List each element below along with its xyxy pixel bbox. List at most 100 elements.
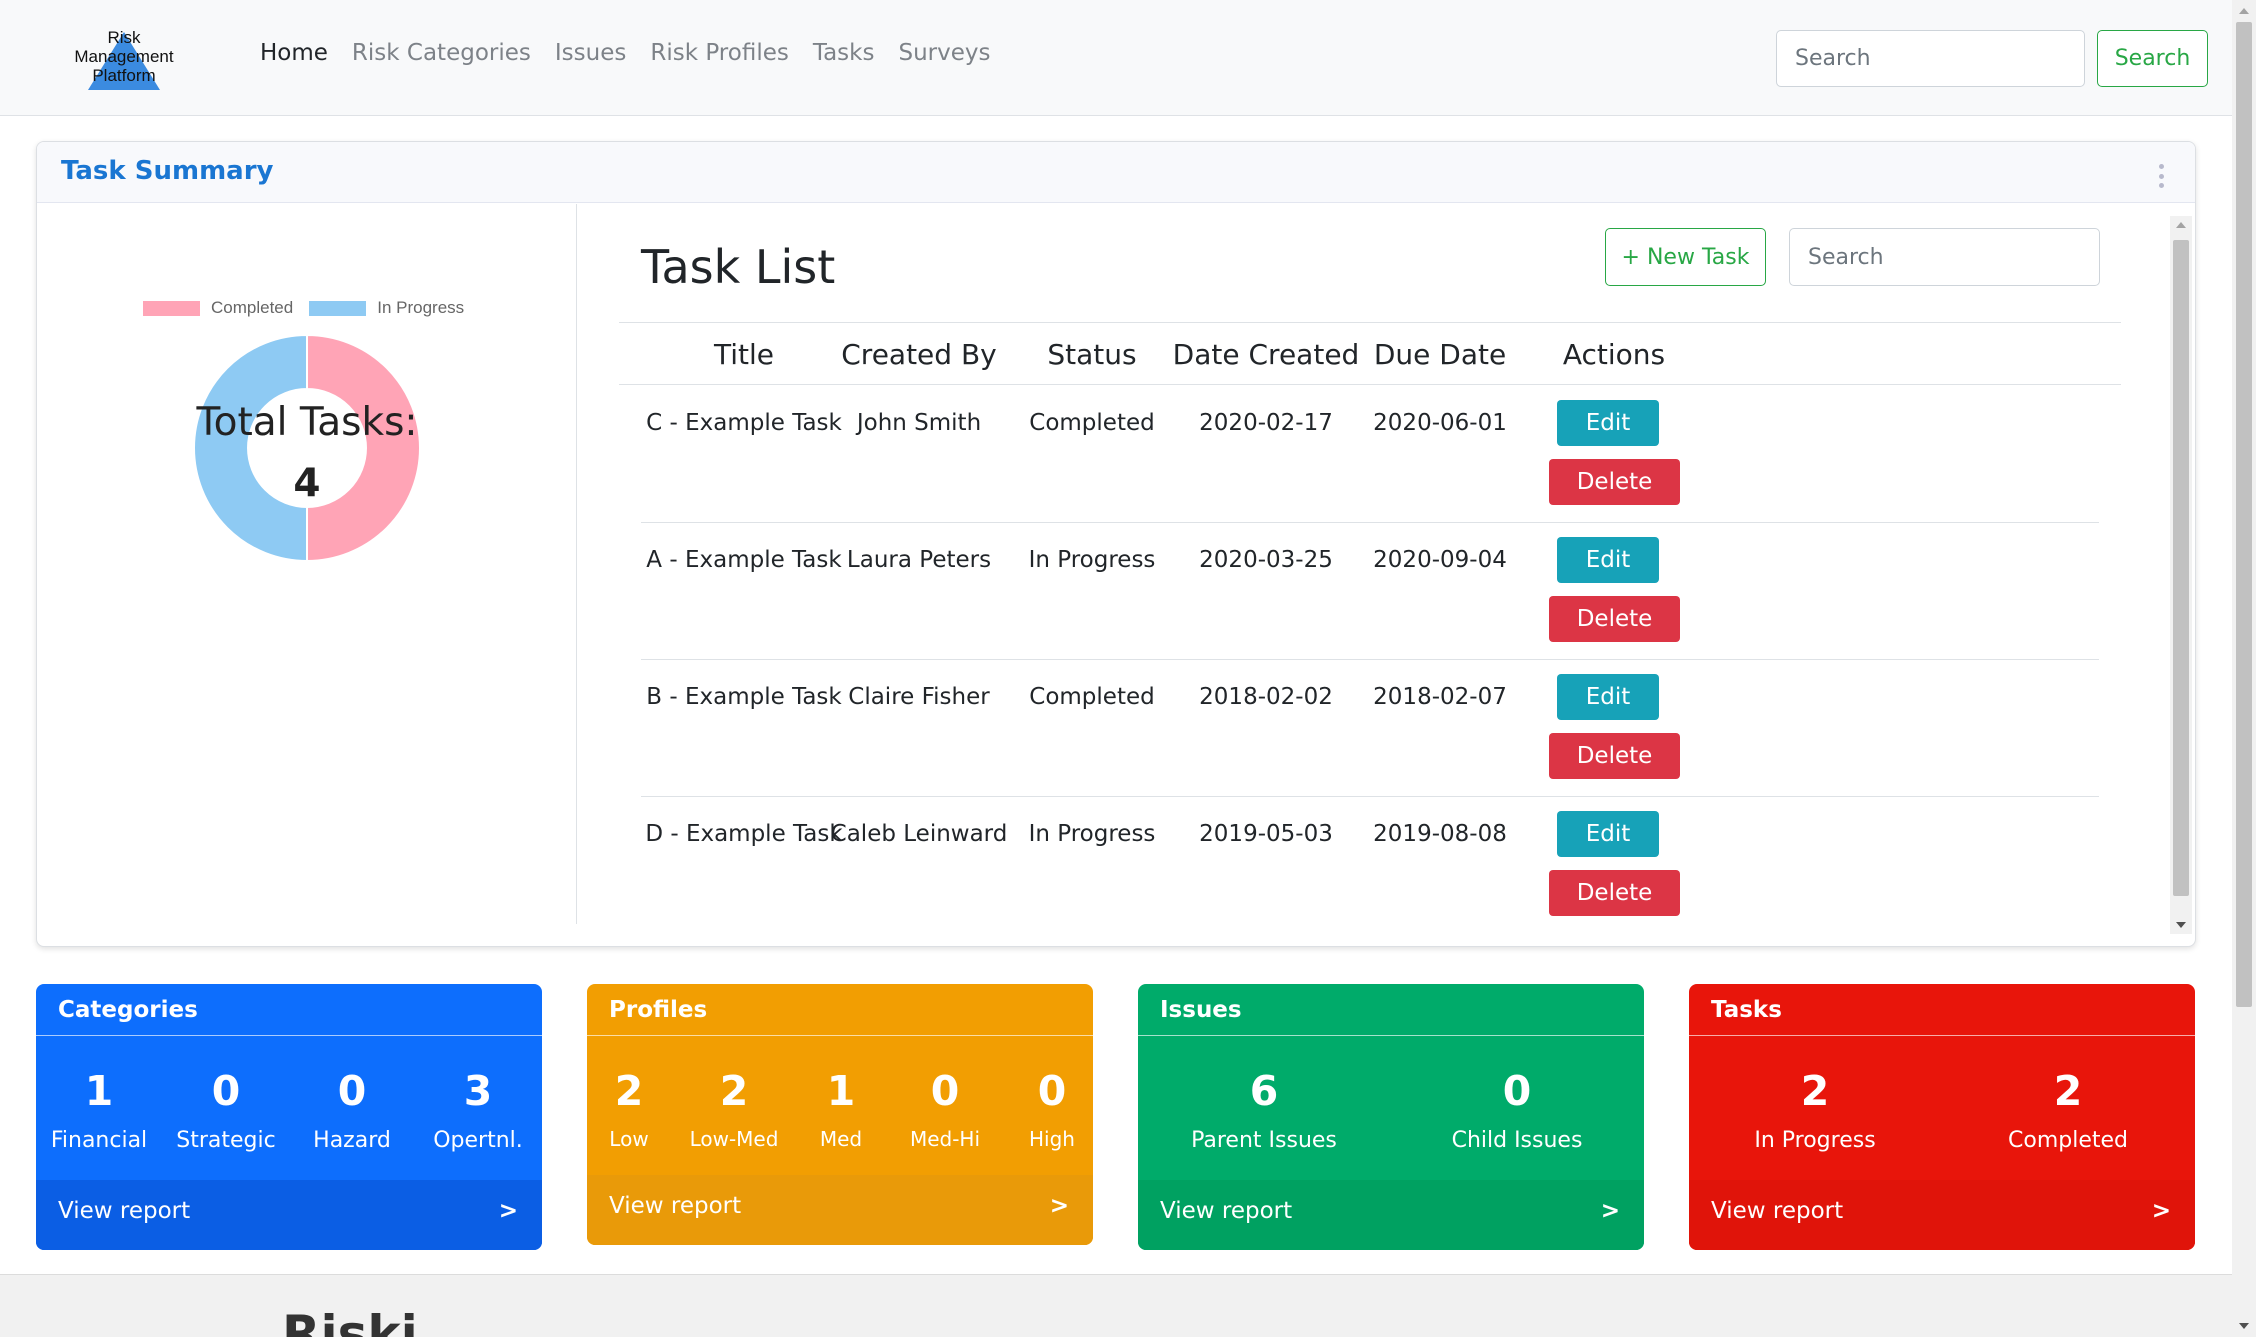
profiles-card-body: 2 Low 2 Low-Med 1 Med 0 Med-Hi 0 High — [587, 1037, 1093, 1167]
stat-label: Completed — [2008, 1128, 2128, 1153]
stat-label: Hazard — [313, 1128, 391, 1153]
total-tasks-label: Total Tasks: — [196, 400, 418, 445]
more-options-icon[interactable] — [2159, 164, 2165, 188]
categories-card-header: Categories — [36, 984, 542, 1036]
navbar-search-button[interactable]: Search — [2097, 30, 2208, 87]
stat-med: 1 Med — [820, 1037, 862, 1167]
stat-high: 0 High — [1029, 1037, 1075, 1167]
stat-value: 2 — [1800, 1067, 1830, 1115]
cell-status: Completed — [1029, 684, 1155, 710]
nav-link-risk-profiles[interactable]: Risk Profiles — [650, 40, 788, 66]
tasks-card-title: Tasks — [1711, 997, 1782, 1023]
page-scrollbar-thumb[interactable] — [2236, 22, 2252, 1007]
stat-low-med: 2 Low-Med — [690, 1037, 779, 1167]
donut-slice-completed[interactable] — [306, 334, 421, 562]
footer-heading: Riski — [282, 1305, 418, 1337]
column-header-title[interactable]: Title — [714, 338, 774, 371]
edit-button[interactable]: Edit — [1557, 400, 1659, 446]
donut-slice-in-progress[interactable] — [193, 334, 308, 562]
stat-label: Child Issues — [1451, 1128, 1583, 1153]
nav-link-risk-categories[interactable]: Risk Categories — [352, 40, 531, 66]
issues-view-report-link[interactable]: View report > — [1138, 1180, 1644, 1250]
stat-value: 1 — [826, 1067, 856, 1115]
stat-med-hi: 0 Med-Hi — [910, 1037, 980, 1167]
view-report-label: View report — [1711, 1198, 1844, 1224]
cell-due-date: 2018-02-07 — [1373, 684, 1507, 710]
edit-button[interactable]: Edit — [1557, 537, 1659, 583]
scroll-down-arrow-icon[interactable] — [2239, 1323, 2249, 1329]
task-summary-card: Task Summary Completed In Progress Total… — [36, 141, 2196, 947]
profiles-card: Profiles 2 Low 2 Low-Med 1 Med 0 Med-Hi 0 Hig… — [587, 984, 1093, 1245]
tasks-view-report-link[interactable]: View report > — [1689, 1180, 2195, 1250]
stat-label: Strategic — [176, 1128, 276, 1153]
logo-line-2: Management — [74, 47, 174, 66]
tasks-card-body: 2 In Progress 2 Completed — [1689, 1037, 2195, 1167]
chevron-right-icon: > — [1049, 1193, 1069, 1219]
legend-item-in-progress[interactable]: In Progress — [309, 298, 464, 318]
table-row: A - Example Task Laura Peters In Progres… — [641, 523, 2099, 660]
column-header-created-by[interactable]: Created By — [841, 338, 997, 371]
task-list-scrollbar[interactable] — [2170, 216, 2192, 934]
cell-status: In Progress — [1028, 547, 1156, 573]
column-header-date-created[interactable]: Date Created — [1173, 338, 1360, 371]
task-list-scrollbar-thumb[interactable] — [2173, 240, 2189, 896]
delete-button[interactable]: Delete — [1549, 733, 1680, 779]
stat-label: Financial — [50, 1128, 148, 1153]
legend-item-completed[interactable]: Completed — [143, 298, 293, 318]
stat-strategic: 0 Strategic — [176, 1037, 275, 1167]
stat-label: Low — [609, 1127, 649, 1151]
delete-button[interactable]: Delete — [1549, 459, 1680, 505]
brand-logo[interactable]: Risk Management Platform — [60, 24, 188, 92]
stat-value: 0 — [211, 1067, 241, 1115]
nav-link-surveys[interactable]: Surveys — [898, 40, 990, 66]
column-header-due-date[interactable]: Due Date — [1374, 338, 1506, 371]
task-search-input[interactable] — [1789, 228, 2100, 286]
stat-label: Low-Med — [689, 1127, 779, 1151]
issues-card-header: Issues — [1138, 984, 1644, 1036]
stat-value: 2 — [2053, 1067, 2083, 1115]
issues-card-title: Issues — [1160, 997, 1242, 1023]
categories-card-body: 1 Financial 0 Strategic 0 Hazard 3 Opertnl. — [36, 1037, 542, 1167]
stat-label: Opertnl. — [433, 1128, 523, 1153]
task-list-title: Task List — [641, 240, 836, 294]
cell-created-by: John Smith — [856, 410, 982, 436]
profiles-card-title: Profiles — [609, 997, 708, 1023]
issues-card: Issues 6 Parent Issues 0 Child Issues View… — [1138, 984, 1644, 1250]
stat-completed: 2 Completed — [2008, 1037, 2128, 1167]
stat-financial: 1 Financial — [51, 1037, 147, 1167]
legend-label-completed: Completed — [211, 298, 294, 317]
edit-button[interactable]: Edit — [1557, 674, 1659, 720]
stat-operational: 3 Opertnl. — [433, 1037, 523, 1167]
nav-link-issues[interactable]: Issues — [555, 40, 626, 66]
page-scrollbar[interactable] — [2232, 0, 2256, 1337]
edit-button[interactable]: Edit — [1557, 811, 1659, 857]
profiles-card-header: Profiles — [587, 984, 1093, 1036]
tasks-card-header: Tasks — [1689, 984, 2195, 1036]
profiles-view-report-link[interactable]: View report > — [587, 1175, 1093, 1245]
stat-label: High — [1029, 1127, 1075, 1151]
task-list-pane: Task List + New Task Title Created By St… — [597, 204, 2167, 924]
cell-due-date: 2020-09-04 — [1373, 547, 1507, 573]
legend-label-in-progress: In Progress — [377, 298, 465, 317]
categories-view-report-link[interactable]: View report > — [36, 1180, 542, 1250]
delete-button[interactable]: Delete — [1549, 870, 1680, 916]
nav-link-tasks[interactable]: Tasks — [813, 40, 875, 66]
stat-low: 2 Low — [609, 1037, 648, 1167]
issues-card-body: 6 Parent Issues 0 Child Issues — [1138, 1037, 1644, 1167]
stat-label: Med — [819, 1127, 863, 1151]
nav-link-home[interactable]: Home — [260, 40, 328, 66]
chart-legend: Completed In Progress — [143, 298, 480, 318]
table-row: D - Example Task Caleb Leinward In Progr… — [641, 797, 2099, 924]
navbar-search-input[interactable] — [1776, 30, 2085, 87]
scroll-up-arrow-icon[interactable] — [2176, 222, 2186, 228]
scroll-up-arrow-icon[interactable] — [2239, 8, 2249, 14]
stat-in-progress: 2 In Progress — [1754, 1037, 1875, 1167]
column-header-status[interactable]: Status — [1047, 338, 1136, 371]
scroll-down-arrow-icon[interactable] — [2176, 922, 2186, 928]
column-header-actions: Actions — [1562, 338, 1666, 371]
cell-created-by: Laura Peters — [846, 547, 992, 573]
table-row: B - Example Task Claire Fisher Completed… — [641, 660, 2099, 797]
new-task-button[interactable]: + New Task — [1605, 228, 1766, 286]
view-report-label: View report — [609, 1193, 742, 1219]
delete-button[interactable]: Delete — [1549, 596, 1680, 642]
